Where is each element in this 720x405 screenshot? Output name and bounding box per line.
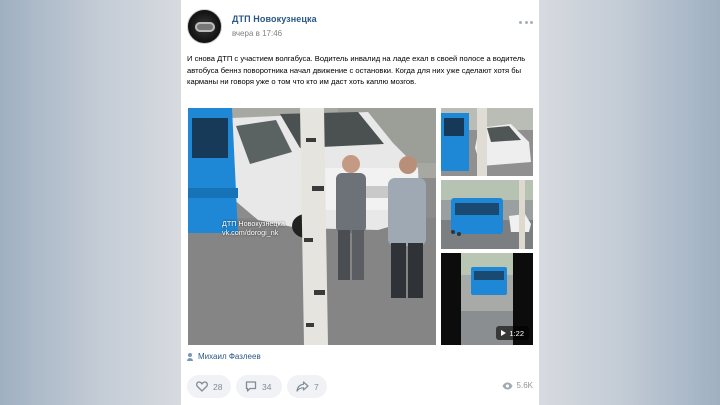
eye-icon	[502, 382, 513, 390]
more-icon[interactable]	[519, 18, 533, 26]
person-icon	[187, 352, 193, 361]
like-button[interactable]: 28	[187, 375, 231, 398]
heart-icon	[196, 381, 208, 392]
share-count: 7	[314, 381, 319, 392]
post-text: И снова ДТП с участием волгабуса. Водите…	[187, 54, 526, 86]
main-photo[interactable]: ДТП Новокузнецка vk.com/dorogi_nk	[188, 108, 436, 345]
watermark-url: vk.com/dorogi_nk	[222, 228, 279, 237]
share-button[interactable]: 7	[287, 375, 327, 398]
watermark-name: ДТП Новокузнецка	[222, 219, 285, 228]
comment-icon	[245, 381, 257, 392]
like-count: 28	[213, 381, 223, 392]
author-name[interactable]: Михаил Фазлеев	[198, 352, 261, 361]
post-media: ДТП Новокузнецка vk.com/dorogi_nk 1:22	[188, 108, 533, 345]
video-duration: 1:22	[509, 328, 524, 338]
thumbnail-photo-1[interactable]	[441, 108, 533, 176]
photo-watermark: ДТП Новокузнецка vk.com/dorogi_nk	[222, 219, 285, 237]
group-name-link[interactable]: ДТП Новокузнецка	[232, 14, 317, 24]
post-card: ДТП Новокузнецка вчера в 17:46 И снова Д…	[181, 0, 539, 405]
thumbnail-photo-2[interactable]	[441, 180, 533, 249]
avatar-emblem	[195, 22, 215, 32]
views-counter: 5.6K	[502, 381, 533, 390]
views-count: 5.6K	[516, 381, 533, 390]
group-avatar[interactable]	[187, 9, 222, 44]
comment-button[interactable]: 34	[236, 375, 282, 398]
post-author[interactable]: Михаил Фазлеев	[187, 352, 261, 361]
post-actions: 28 34 7 5.6K	[187, 375, 533, 399]
comment-count: 34	[262, 381, 272, 392]
share-icon	[296, 381, 309, 392]
video-duration-badge: 1:22	[496, 326, 529, 340]
play-icon	[501, 330, 507, 336]
video-thumbnail[interactable]: 1:22	[441, 253, 533, 345]
post-header: ДТП Новокузнецка вчера в 17:46	[187, 9, 533, 45]
post-timestamp[interactable]: вчера в 17:46	[232, 29, 282, 38]
